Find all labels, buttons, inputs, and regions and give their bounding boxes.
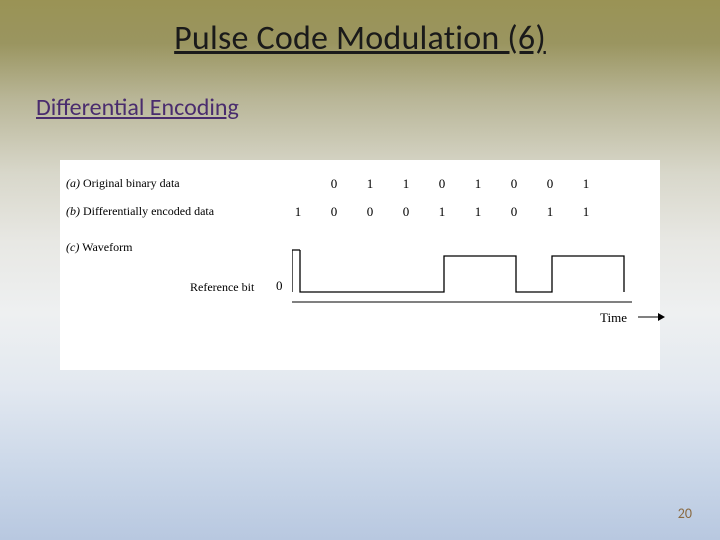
time-arrow-icon xyxy=(638,310,666,324)
bit: 0 xyxy=(496,176,532,192)
bit: 0 xyxy=(388,204,424,220)
page-number: 20 xyxy=(678,505,692,522)
bit: 1 xyxy=(352,176,388,192)
bit: 0 xyxy=(532,176,568,192)
bit: 1 xyxy=(568,176,604,192)
waveform-svg xyxy=(292,242,632,312)
bit: 0 xyxy=(316,176,352,192)
bit: 1 xyxy=(568,204,604,220)
label-c: (c) Waveform xyxy=(66,240,132,255)
bits-original: 01101001 xyxy=(316,176,604,192)
bits-differential: 100011011 xyxy=(280,204,604,220)
reference-bit-label: Reference bit xyxy=(190,280,254,295)
time-axis-label: Time xyxy=(600,310,627,326)
label-c-prefix: (c) xyxy=(66,240,79,254)
bit: 0 xyxy=(316,204,352,220)
bit: 1 xyxy=(388,176,424,192)
label-c-text: Waveform xyxy=(79,240,132,254)
figure-container: (a) Original binary data 01101001 (b) Di… xyxy=(60,160,660,370)
page-title: Pulse Code Modulation (6) xyxy=(0,0,720,71)
bit: 1 xyxy=(280,204,316,220)
subtitle: Differential Encoding xyxy=(0,71,720,132)
label-a: (a) Original binary data xyxy=(66,176,180,191)
reference-zero: 0 xyxy=(276,278,283,294)
bit: 0 xyxy=(352,204,388,220)
bit: 1 xyxy=(460,204,496,220)
bit: 0 xyxy=(424,176,460,192)
label-b: (b) Differentially encoded data xyxy=(66,204,214,219)
bit: 1 xyxy=(460,176,496,192)
label-b-prefix: (b) xyxy=(66,204,80,218)
bit: 1 xyxy=(424,204,460,220)
label-b-text: Differentially encoded data xyxy=(80,204,214,218)
bit: 1 xyxy=(532,204,568,220)
label-a-text: Original binary data xyxy=(80,176,180,190)
label-a-prefix: (a) xyxy=(66,176,80,190)
bit: 0 xyxy=(496,204,532,220)
